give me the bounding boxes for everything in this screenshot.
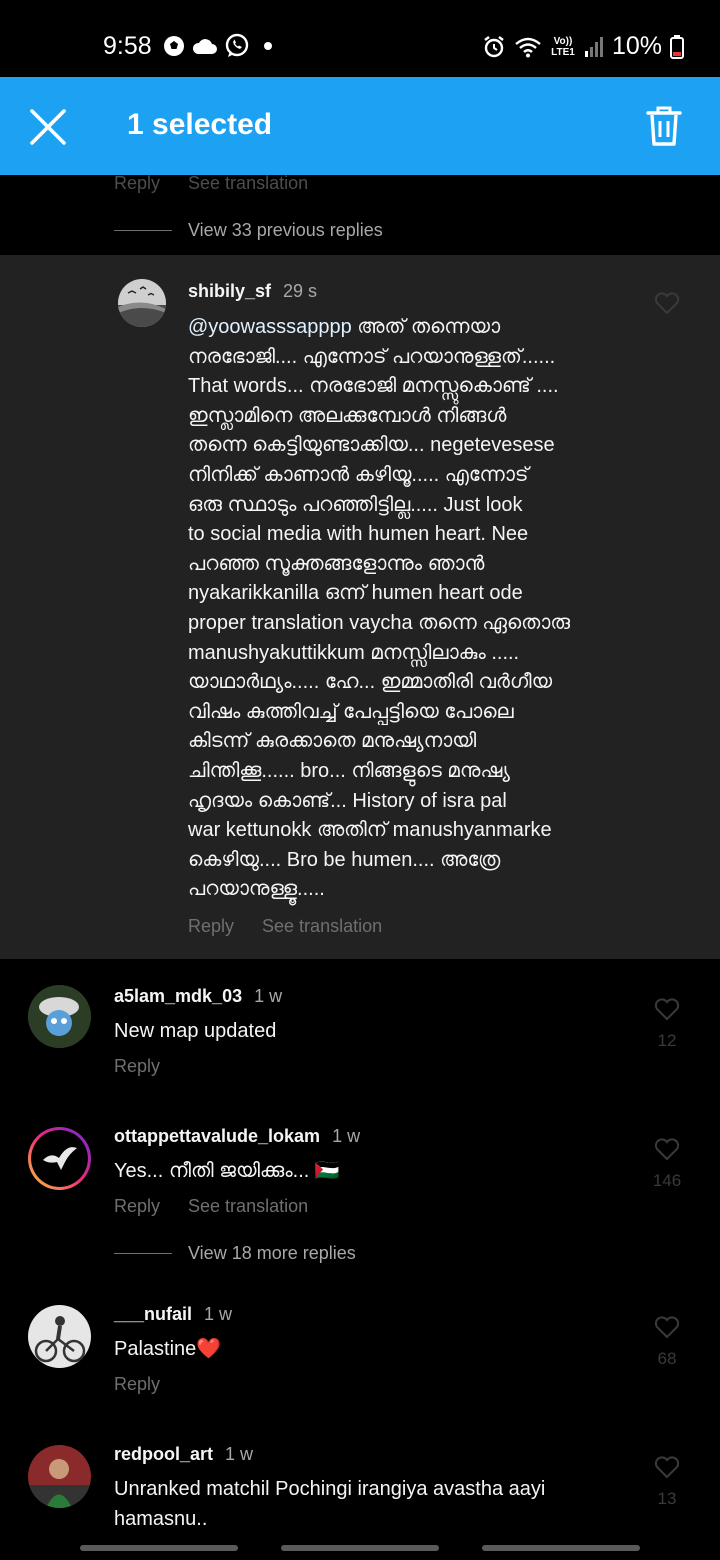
mention-link[interactable]: @yoowasssapppp <box>188 316 352 338</box>
avatar-image <box>31 1130 88 1187</box>
comment-text: New map updated <box>114 1020 277 1042</box>
system-icons: Vo)) LTE1 10% <box>482 32 684 61</box>
soccer-ball-icon <box>164 36 184 56</box>
volte-indicator: Vo)) LTE1 <box>551 35 575 58</box>
view-previous-replies[interactable]: View 33 previous replies <box>114 220 383 241</box>
comment-text: @yoowasssapppp അത് തന്നെയാ നരഭോജി.... എന… <box>188 313 658 905</box>
comment-username[interactable]: ottappettavalude_lokam 1 w <box>114 1126 360 1147</box>
avatar-story-ring[interactable] <box>28 1127 91 1190</box>
comment-username[interactable]: shibily_sf 29 s <box>188 281 317 302</box>
reply-button[interactable]: Reply <box>188 916 234 937</box>
reply-button[interactable]: Reply <box>114 1374 160 1395</box>
system-navigation-bar <box>0 1540 720 1560</box>
top-thread-actions: Reply See translation <box>114 175 308 194</box>
view-more-replies-label: View 18 more replies <box>188 1243 356 1263</box>
username-text: redpool_art <box>114 1444 214 1464</box>
heart-icon[interactable] <box>654 1137 680 1161</box>
like-count: 12 <box>657 1031 677 1050</box>
heart-icon[interactable] <box>654 291 680 315</box>
battery-icon <box>670 34 684 59</box>
like-count: 146 <box>652 1171 682 1190</box>
cloud-icon <box>192 39 217 54</box>
comment-text: Unranked matchil Pochingi irangiya avast… <box>114 1478 546 1530</box>
comment-time: 1 w <box>332 1126 361 1146</box>
reply-button[interactable]: Reply <box>114 1196 160 1217</box>
signal-icon <box>584 36 603 57</box>
see-translation-button[interactable]: See translation <box>188 175 308 194</box>
avatar-image <box>28 1445 91 1508</box>
avatar[interactable] <box>28 1445 91 1508</box>
reply-button[interactable]: Reply <box>114 1056 160 1077</box>
heart-icon[interactable] <box>654 1315 680 1339</box>
view-previous-replies-label: View 33 previous replies <box>188 220 383 240</box>
more-notifications-dot <box>264 42 272 50</box>
avatar[interactable] <box>118 279 166 327</box>
battery-percent: 10% <box>611 32 662 60</box>
notification-icons <box>162 33 272 59</box>
nav-pill-left[interactable] <box>80 1545 238 1551</box>
avatar[interactable] <box>28 985 91 1048</box>
see-translation-button[interactable]: See translation <box>262 916 382 937</box>
nav-pill-right[interactable] <box>482 1545 640 1551</box>
heart-icon[interactable] <box>654 997 680 1021</box>
comment-actions: Reply <box>114 1056 160 1077</box>
close-icon[interactable] <box>28 107 68 147</box>
view-more-replies[interactable]: View 18 more replies <box>114 1243 356 1264</box>
avatar-image <box>28 1305 91 1368</box>
delete-icon[interactable] <box>646 105 682 147</box>
comment-text: Yes... നീതി ജയിക്കും... 🇵🇸 <box>114 1160 340 1182</box>
avatar[interactable] <box>28 1305 91 1368</box>
comment-time: 1 w <box>225 1444 254 1464</box>
username-text: a5lam_mdk_03 <box>114 986 243 1006</box>
username-text: ___nufail <box>114 1304 193 1324</box>
selected-comment[interactable]: shibily_sf 29 s @yoowasssapppp അത് തന്നെയ… <box>0 255 720 959</box>
heart-icon[interactable] <box>654 1455 680 1479</box>
comment-username[interactable]: a5lam_mdk_03 1 w <box>114 986 282 1007</box>
comment-actions: Reply <box>114 1374 160 1395</box>
comment-time: 29 s <box>283 281 318 301</box>
comment-time: 1 w <box>254 986 283 1006</box>
thread-line <box>114 230 172 231</box>
see-translation-button[interactable]: See translation <box>188 1196 308 1217</box>
like-count: 13 <box>657 1489 677 1508</box>
wifi-icon <box>515 37 541 57</box>
comment-username[interactable]: redpool_art 1 w <box>114 1444 253 1465</box>
alarm-icon <box>484 35 504 57</box>
whatsapp-icon <box>225 33 249 57</box>
status-time: 9:58 <box>103 32 152 60</box>
comment-text: Palastine❤️ <box>114 1338 222 1360</box>
username-text: ottappettavalude_lokam <box>114 1126 321 1146</box>
status-bar: 9:58 Vo)) LTE1 10% <box>0 0 720 77</box>
reply-button[interactable]: Reply <box>114 175 160 194</box>
like-count: 68 <box>657 1349 677 1368</box>
comment-time: 1 w <box>204 1304 233 1324</box>
comment-actions: Reply See translation <box>114 1196 308 1217</box>
selection-count-title: 1 selected <box>127 108 273 141</box>
nav-pill-center[interactable] <box>281 1545 439 1551</box>
thread-line <box>114 1253 172 1254</box>
username-text: shibily_sf <box>188 281 272 301</box>
avatar-image <box>28 985 91 1048</box>
comments-list[interactable]: Reply See translation View 33 previous r… <box>0 175 720 1560</box>
avatar-image <box>118 279 166 327</box>
comment-actions: Reply See translation <box>188 916 382 937</box>
comment-body: അത് തന്നെയാ നരഭോജി.... എന്നോട് പറയാനുള്ള… <box>188 316 571 901</box>
selection-action-bar: 1 selected <box>0 77 720 175</box>
comment-username[interactable]: ___nufail 1 w <box>114 1304 232 1325</box>
